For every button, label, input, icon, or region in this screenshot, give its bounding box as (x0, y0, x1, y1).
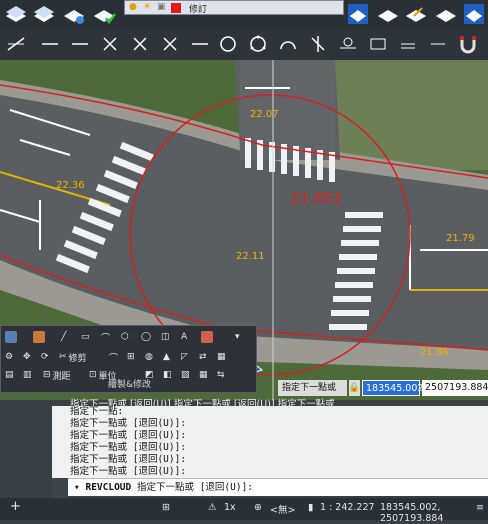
layer-state-icon[interactable] (32, 2, 56, 26)
dynamic-input: 指定下一點或 🔒 183545.002 2507193.884 (278, 380, 488, 396)
globe-icon[interactable]: ⊕ (254, 502, 262, 513)
layer-check-icon[interactable] (92, 2, 116, 26)
tangent-icon[interactable] (308, 34, 328, 54)
menu-icon[interactable]: ≡ (476, 502, 484, 513)
rect-tool-icon[interactable]: ▭ (81, 328, 90, 346)
command-history: 指定下一點: 指定下一點或 [退回(U)]: 指定下一點或 [退回(U)]: 指… (52, 406, 488, 478)
trim-label: 修剪 (68, 353, 87, 364)
ray-icon[interactable] (40, 34, 60, 54)
layer-color-swatch[interactable] (171, 3, 181, 13)
dimension-label: 21.852 (290, 189, 343, 207)
arc-icon[interactable] (278, 34, 298, 54)
coordinate-system[interactable]: <無> (270, 502, 295, 516)
dynamic-prompt: 指定下一點或 (278, 380, 347, 396)
status-bar: + ⊞ ⚠ 1x ⊕ <無> ▮ 1 : 242.227 183545.002,… (0, 498, 488, 524)
history-line: 指定下一點或 [退回(U)]: (70, 454, 187, 465)
dimension-label: 22.07 (250, 109, 279, 120)
layer-lock-icon[interactable] (434, 2, 458, 26)
annotation-scale-icon[interactable]: ⚠ (208, 502, 217, 513)
history-line: 指定下一點或 [退回(U)]: (70, 466, 187, 477)
rotate-icon[interactable]: ⟳ (41, 348, 49, 366)
layer-control[interactable]: ● ☀ ▣ 修訂 (124, 0, 344, 15)
line-icon[interactable] (70, 34, 90, 54)
dimension-label: 22.36 (56, 180, 85, 191)
hexagon-icon[interactable]: ⬡ (121, 328, 129, 346)
draw-modify-panel: ╱ ▭ ⌒ ⬡ ◯ ◫ A ▾ ⚙ ✥ ⟳ ✂ 修剪 ⌒ ⊞ ◍ ▲ ◸ ⇄ ▦ … (0, 325, 257, 393)
grid-icon[interactable]: ⊞ (162, 502, 170, 513)
history-line: 指定下一點或 [退回(U)]: (70, 442, 187, 453)
layer-properties-icon[interactable] (4, 2, 28, 26)
history-line: 指定下一點或 [退回(U)]: (70, 430, 187, 441)
line-tool-icon[interactable]: ╱ (61, 328, 66, 346)
polyline-icon[interactable] (6, 34, 26, 54)
hatch-icon[interactable]: ▲ (163, 348, 170, 366)
command-name: REVCLOUD (85, 482, 132, 493)
array-icon[interactable]: ⊞ (127, 348, 135, 366)
mirror-icon[interactable]: ▦ (217, 348, 226, 366)
rectangle-icon[interactable] (368, 34, 388, 54)
y-coordinate-input[interactable]: 2507193.884 (422, 380, 488, 396)
lightbulb-icon[interactable]: ● (129, 2, 137, 12)
layer-freeze-icon[interactable] (404, 2, 428, 26)
layer-walk-icon[interactable] (376, 2, 400, 26)
offset-icon[interactable] (398, 34, 418, 54)
layer-name: 修訂 (189, 5, 208, 15)
magnet-icon[interactable] (458, 34, 478, 54)
text-tool-icon[interactable]: A (181, 328, 187, 346)
cursor-coordinates: 183545.002, 2507193.884 (380, 502, 444, 524)
scissors-icon: ✂ (59, 352, 67, 362)
cross-icon[interactable] (160, 34, 180, 54)
fillet-icon[interactable]: ⌒ (109, 348, 118, 366)
command-prompt: 指定下一點或 [退回(U)]: (136, 482, 254, 493)
extend-icon[interactable] (428, 34, 448, 54)
align-icon[interactable] (338, 34, 358, 54)
command-dropdown-icon[interactable]: ▾ (74, 482, 80, 493)
block-icon[interactable] (5, 328, 17, 346)
layer-merge-icon[interactable] (462, 2, 486, 26)
viewport-scale-icon[interactable]: ▮ (308, 502, 313, 513)
dimension-label: 21.86 (420, 347, 449, 358)
insert-icon[interactable] (33, 328, 45, 346)
sun-icon[interactable]: ☀ (143, 2, 151, 12)
history-line: 指定下一點或 [退回(U)]: (70, 418, 187, 429)
layer-iso-icon[interactable] (62, 2, 86, 26)
viewport-scale[interactable]: 1 : 242.227 (320, 502, 375, 513)
lock-icon[interactable]: ▣ (157, 2, 166, 12)
dash-line-icon[interactable] (190, 34, 210, 54)
command-input[interactable]: ▾ REVCLOUD 指定下一點或 [退回(U)]: (68, 478, 488, 496)
explode-icon[interactable]: ◸ (181, 348, 188, 366)
layer-match-icon[interactable] (346, 2, 370, 26)
circle-icon[interactable] (218, 34, 238, 54)
extend-line-icon[interactable] (130, 34, 150, 54)
panel-row-1: ╱ ▭ ⌒ ⬡ ◯ ◫ A ▾ (3, 328, 253, 346)
circle-3p-icon[interactable] (248, 34, 268, 54)
panel-row-2: ⚙ ✥ ⟳ ✂ 修剪 ⌒ ⊞ ◍ ▲ ◸ ⇄ ▦ (3, 348, 253, 366)
stretch-icon[interactable]: ⇄ (199, 348, 207, 366)
panel-title: 繪製&修改 (107, 380, 152, 390)
annotation-scale[interactable]: 1x (224, 502, 236, 513)
chevron-down-icon[interactable]: ▾ (235, 328, 240, 346)
draw-toolbar (0, 30, 488, 60)
erase-icon[interactable]: ◍ (145, 348, 153, 366)
vegetation-area-ne (330, 60, 488, 170)
box-icon[interactable]: ◫ (161, 328, 170, 346)
table-icon[interactable] (201, 328, 213, 346)
add-layout-button[interactable]: + (10, 499, 21, 514)
ribbon-toolbar: ● ☀ ▣ 修訂 (0, 0, 488, 30)
lock-icon[interactable]: 🔒 (348, 380, 360, 396)
trim-button[interactable]: ✂ 修剪 (59, 348, 87, 366)
history-line: 指定下一點: (70, 406, 124, 417)
circle-tool-icon[interactable]: ◯ (141, 328, 151, 346)
dimension-label: 22.11 (236, 251, 265, 262)
dimension-label: 21.79 (446, 233, 475, 244)
x-coordinate-input[interactable]: 183545.002 (362, 380, 423, 396)
construction-line-icon[interactable] (100, 34, 120, 54)
polygon-tool-icon[interactable]: ⌒ (101, 328, 110, 346)
group-icon[interactable]: ⚙ (5, 348, 13, 366)
move-icon[interactable]: ✥ (23, 348, 31, 366)
